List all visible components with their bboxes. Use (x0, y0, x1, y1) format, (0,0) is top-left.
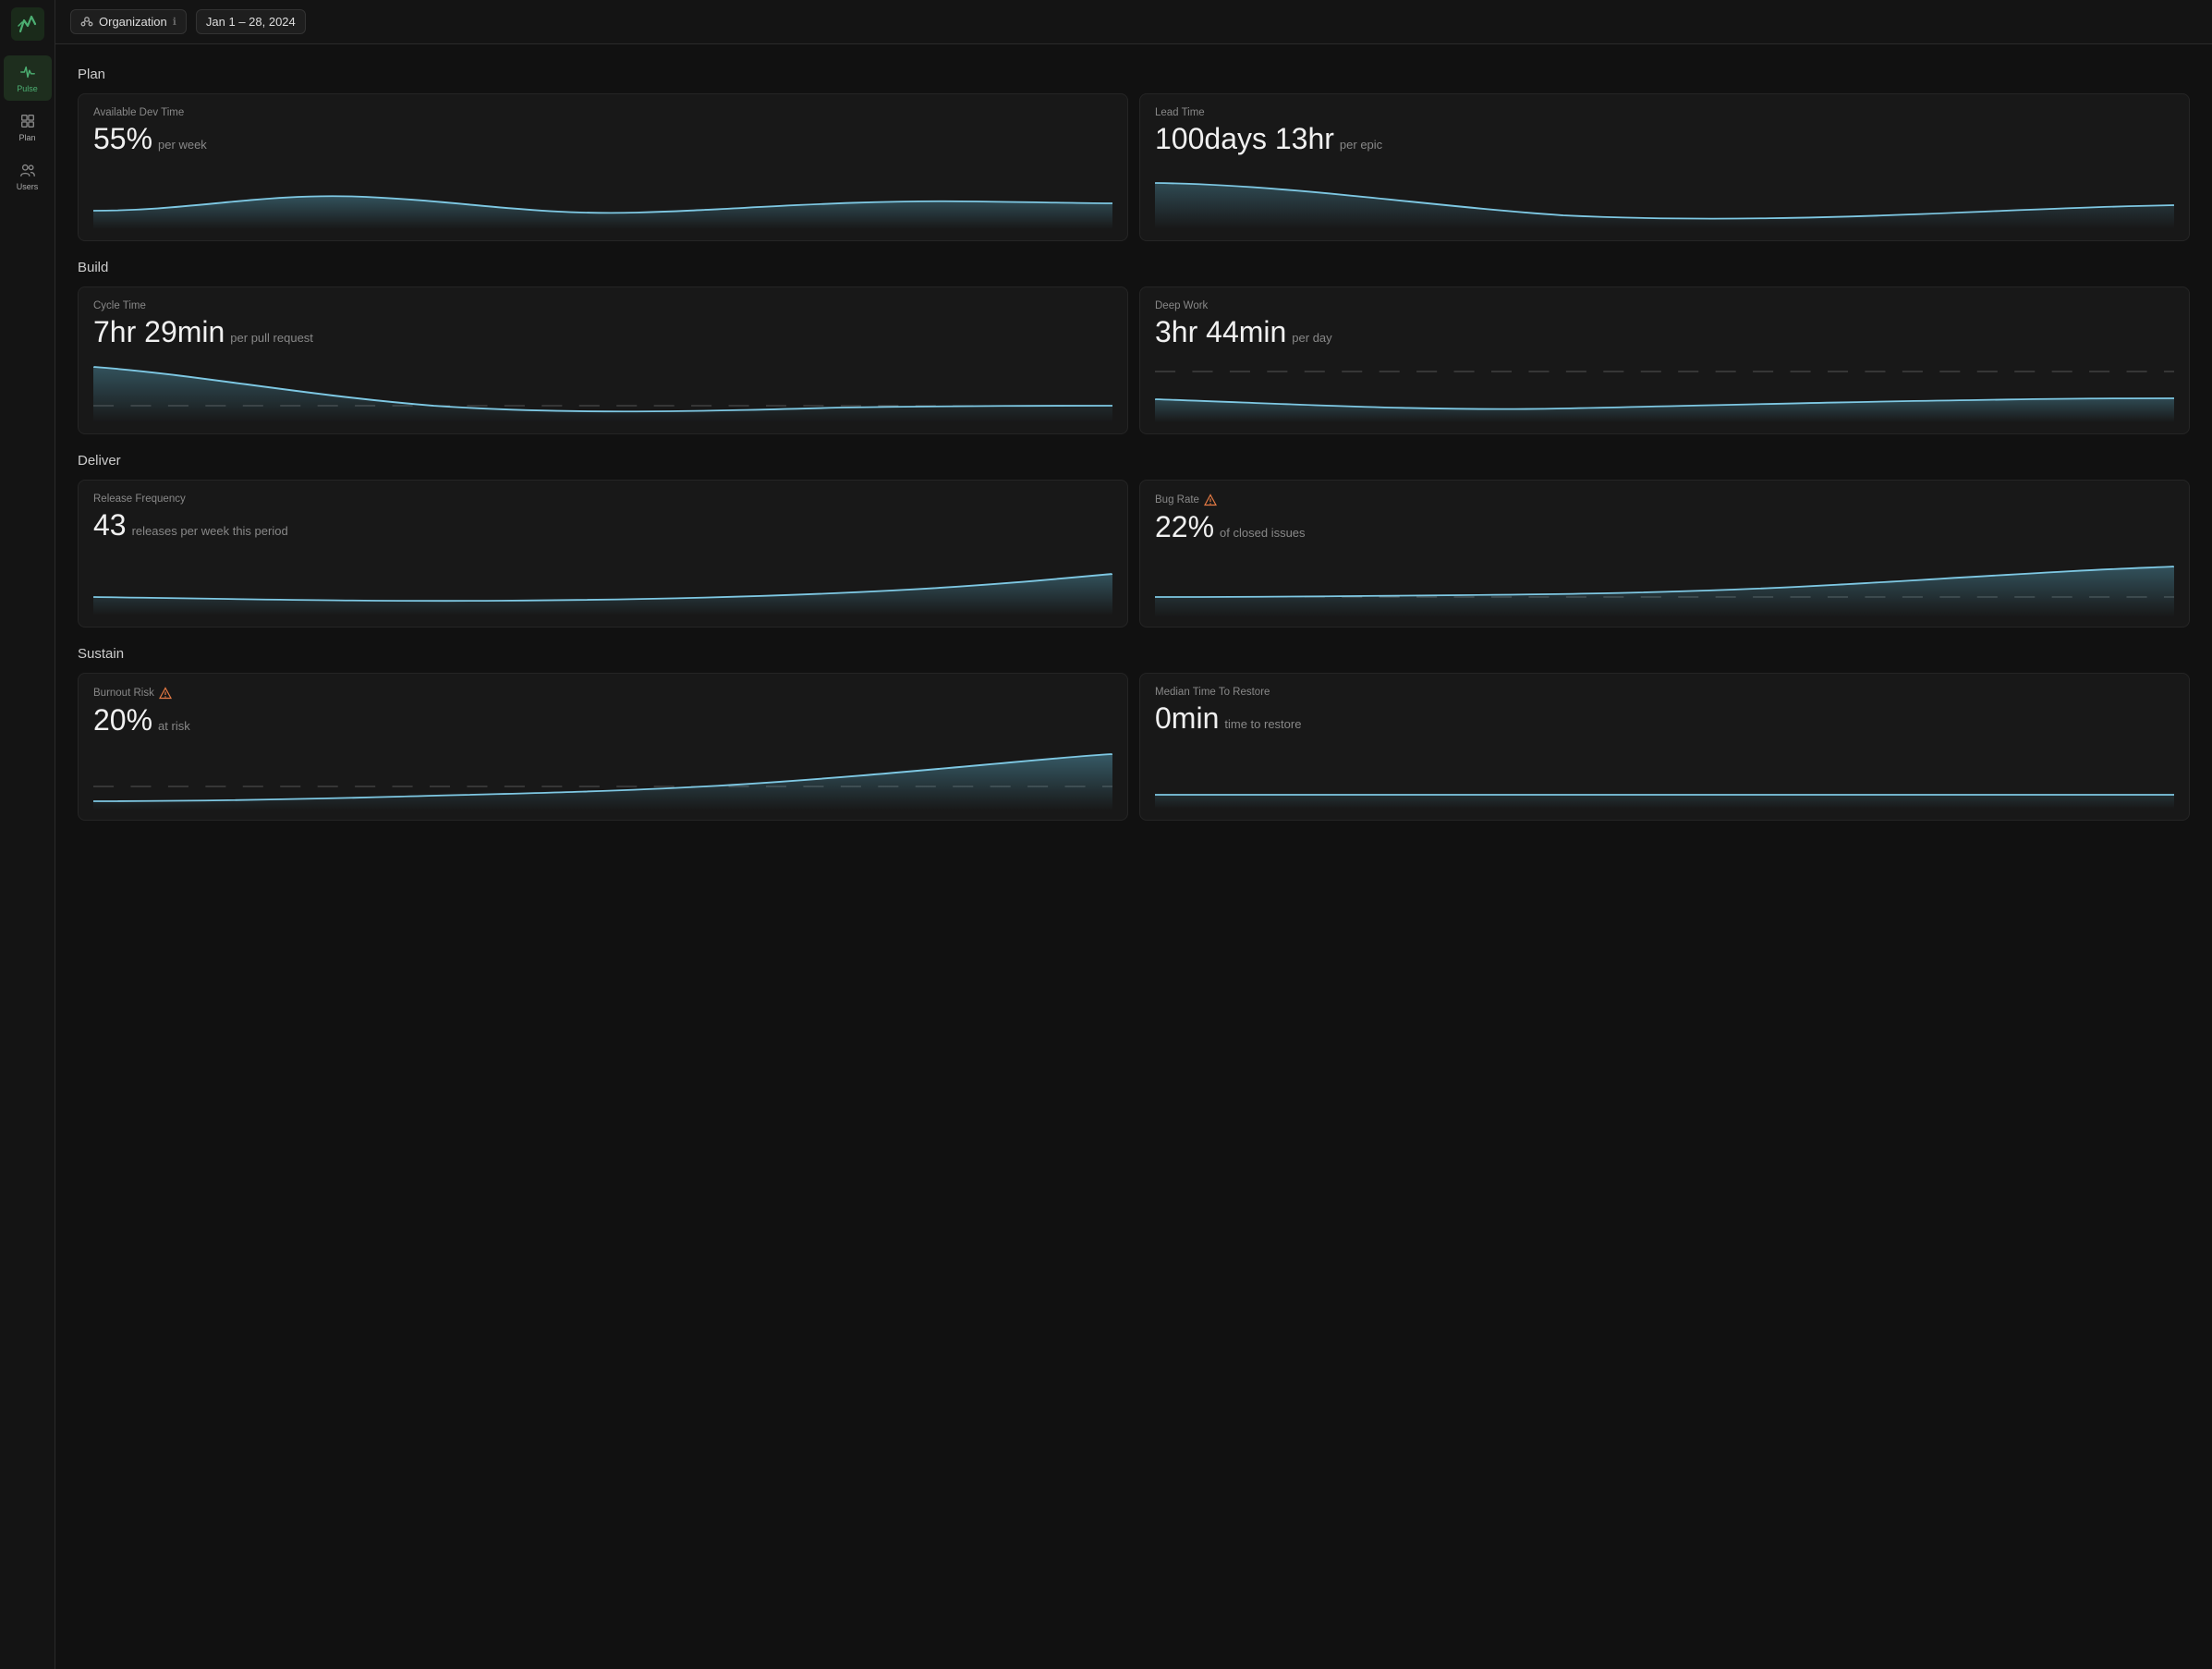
card-lead-time-label: Lead Time (1155, 107, 2174, 118)
card-deep-work[interactable]: Deep Work 3hr 44min per day (1139, 286, 2190, 434)
chart-cycle-time (93, 350, 1112, 433)
section-build: Build Cycle Time 7hr 29min per pull requ… (78, 260, 2190, 434)
date-range-label: Jan 1 – 28, 2024 (206, 15, 296, 29)
card-release-frequency-label: Release Frequency (93, 493, 1112, 505)
section-deliver-title: Deliver (78, 453, 2190, 469)
sidebar: Pulse Plan Users (0, 0, 55, 1669)
sidebar-item-users-label: Users (17, 182, 39, 191)
section-sustain-title: Sustain (78, 646, 2190, 662)
chart-available-dev-time (93, 157, 1112, 240)
card-lead-time[interactable]: Lead Time 100days 13hr per epic (1139, 93, 2190, 241)
chart-deep-work (1155, 350, 2174, 433)
card-median-restore-label: Median Time To Restore (1155, 687, 2174, 698)
card-cycle-time-label: Cycle Time (93, 300, 1112, 311)
plan-cards-row: Available Dev Time 55% per week (78, 93, 2190, 241)
org-icon (80, 16, 93, 29)
deliver-cards-row: Release Frequency 43 releases per week t… (78, 480, 2190, 627)
section-sustain: Sustain Burnout Risk (78, 646, 2190, 821)
card-burnout-risk-value: 20% at risk (93, 705, 1112, 735)
warn-icon-burnout (159, 687, 172, 700)
card-bug-rate-label: Bug Rate (1155, 493, 2174, 506)
chart-burnout-risk (93, 738, 1112, 820)
users-icon (18, 161, 37, 179)
org-button[interactable]: Organization ℹ (70, 9, 187, 34)
sidebar-item-pulse-label: Pulse (17, 84, 38, 93)
warn-icon-bug-rate (1204, 493, 1217, 506)
chart-bug-rate (1155, 545, 2174, 627)
date-range-button[interactable]: Jan 1 – 28, 2024 (196, 9, 306, 34)
sidebar-item-pulse[interactable]: Pulse (4, 55, 52, 101)
main-area: Organization ℹ Jan 1 – 28, 2024 Plan Ava… (55, 0, 2212, 1669)
card-bug-rate[interactable]: Bug Rate 22% of closed issues (1139, 480, 2190, 627)
chart-median-restore (1155, 737, 2174, 820)
info-icon: ℹ (173, 16, 176, 28)
chart-lead-time (1155, 157, 2174, 240)
card-bug-rate-value: 22% of closed issues (1155, 512, 2174, 542)
card-release-frequency-value: 43 releases per week this period (93, 510, 1112, 540)
card-cycle-time-value: 7hr 29min per pull request (93, 317, 1112, 347)
content-area: Plan Available Dev Time 55% per week (55, 44, 2212, 1669)
topbar: Organization ℹ Jan 1 – 28, 2024 (55, 0, 2212, 44)
app-logo (11, 7, 44, 41)
sidebar-item-plan-label: Plan (18, 133, 35, 142)
card-burnout-risk-label: Burnout Risk (93, 687, 1112, 700)
sidebar-item-plan[interactable]: Plan (4, 104, 52, 150)
card-available-dev-time-value: 55% per week (93, 124, 1112, 153)
sidebar-item-users[interactable]: Users (4, 153, 52, 199)
card-burnout-risk[interactable]: Burnout Risk 20% at risk (78, 673, 1128, 821)
card-lead-time-value: 100days 13hr per epic (1155, 124, 2174, 153)
card-release-frequency[interactable]: Release Frequency 43 releases per week t… (78, 480, 1128, 627)
section-plan-title: Plan (78, 67, 2190, 82)
plan-icon (18, 112, 37, 130)
pulse-icon (18, 63, 37, 81)
card-median-restore[interactable]: Median Time To Restore 0min time to rest… (1139, 673, 2190, 821)
chart-release-frequency (93, 543, 1112, 627)
section-build-title: Build (78, 260, 2190, 275)
section-plan: Plan Available Dev Time 55% per week (78, 67, 2190, 241)
org-label: Organization (99, 15, 167, 29)
card-cycle-time[interactable]: Cycle Time 7hr 29min per pull request (78, 286, 1128, 434)
build-cards-row: Cycle Time 7hr 29min per pull request (78, 286, 2190, 434)
card-available-dev-time-label: Available Dev Time (93, 107, 1112, 118)
section-deliver: Deliver Release Frequency 43 releases pe… (78, 453, 2190, 627)
card-deep-work-value: 3hr 44min per day (1155, 317, 2174, 347)
card-deep-work-label: Deep Work (1155, 300, 2174, 311)
sustain-cards-row: Burnout Risk 20% at risk (78, 673, 2190, 821)
card-median-restore-value: 0min time to restore (1155, 703, 2174, 733)
card-available-dev-time[interactable]: Available Dev Time 55% per week (78, 93, 1128, 241)
